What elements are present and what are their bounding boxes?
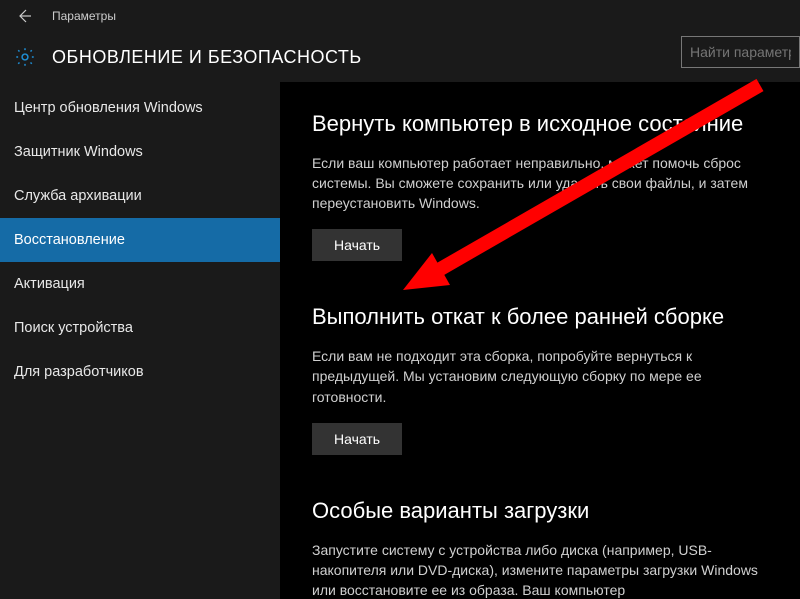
search-input[interactable] xyxy=(681,36,800,68)
sidebar-item-label: Служба архивации xyxy=(14,188,142,204)
sidebar-item-windows-update[interactable]: Центр обновления Windows xyxy=(0,86,280,130)
gear-icon xyxy=(14,46,36,68)
back-button[interactable] xyxy=(14,6,34,26)
reset-start-button[interactable]: Начать xyxy=(312,229,402,261)
sidebar-item-label: Защитник Windows xyxy=(14,144,143,160)
section-title: Вернуть компьютер в исходное состояние xyxy=(312,110,780,139)
sidebar-item-label: Активация xyxy=(14,276,85,292)
sidebar-item-activation[interactable]: Активация xyxy=(0,262,280,306)
sidebar-item-developers[interactable]: Для разработчиков xyxy=(0,350,280,394)
section-text: Если ваш компьютер работает неправильно,… xyxy=(312,153,772,214)
section-rollback-build: Выполнить откат к более ранней сборке Ес… xyxy=(312,303,780,454)
rollback-start-button[interactable]: Начать xyxy=(312,423,402,455)
section-text: Если вам не подходит эта сборка, попробу… xyxy=(312,346,772,407)
section-advanced-startup: Особые варианты загрузки Запустите систе… xyxy=(312,497,780,599)
sidebar-item-defender[interactable]: Защитник Windows xyxy=(0,130,280,174)
section-title: Выполнить откат к более ранней сборке xyxy=(312,303,780,332)
sidebar-item-backup[interactable]: Служба архивации xyxy=(0,174,280,218)
section-reset-pc: Вернуть компьютер в исходное состояние Е… xyxy=(312,110,780,261)
content-pane: Вернуть компьютер в исходное состояние Е… xyxy=(280,82,800,599)
sidebar-item-recovery[interactable]: Восстановление xyxy=(0,218,280,262)
sidebar-item-label: Для разработчиков xyxy=(14,364,144,380)
sidebar-item-label: Поиск устройства xyxy=(14,320,133,336)
sidebar-item-label: Центр обновления Windows xyxy=(14,100,203,116)
section-title: Особые варианты загрузки xyxy=(312,497,780,526)
section-text: Запустите систему с устройства либо диск… xyxy=(312,540,772,599)
sidebar-item-find-device[interactable]: Поиск устройства xyxy=(0,306,280,350)
titlebar: Параметры xyxy=(0,0,800,32)
back-arrow-icon xyxy=(16,8,32,24)
sidebar: Центр обновления Windows Защитник Window… xyxy=(0,82,280,599)
header: ОБНОВЛЕНИЕ И БЕЗОПАСНОСТЬ xyxy=(0,32,800,82)
window-title: Параметры xyxy=(52,9,116,23)
sidebar-item-label: Восстановление xyxy=(14,232,125,248)
page-heading: ОБНОВЛЕНИЕ И БЕЗОПАСНОСТЬ xyxy=(52,47,362,68)
